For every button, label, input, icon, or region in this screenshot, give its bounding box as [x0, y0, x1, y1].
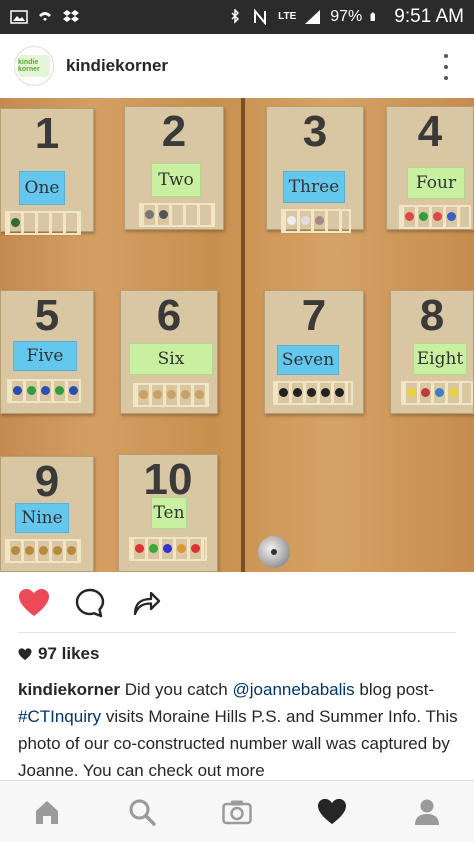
number-card: 9 Nine [0, 456, 94, 572]
number-card: 2 Two [124, 106, 224, 230]
likes-count[interactable]: 97 likes [18, 644, 99, 664]
card-label: Seven [277, 345, 339, 375]
search-icon [129, 799, 156, 826]
caption-hashtag[interactable]: #CTInquiry [18, 707, 101, 726]
heart-filled-icon [19, 589, 49, 616]
comment-button[interactable] [74, 587, 106, 619]
nav-search[interactable] [122, 792, 162, 832]
caption-text: Did you catch [120, 680, 233, 699]
divider [18, 632, 456, 633]
card-label: Three [283, 171, 345, 203]
more-dot-icon [444, 76, 448, 80]
ten-frame [133, 383, 209, 407]
ten-frame [129, 537, 207, 561]
card-label: Four [407, 167, 465, 199]
ten-frame [273, 381, 353, 405]
camera-icon [222, 800, 252, 824]
card-digit: 5 [34, 291, 60, 340]
like-button[interactable] [18, 587, 50, 619]
post-username[interactable]: kindiekorner [66, 56, 168, 76]
more-dot-icon [444, 65, 448, 69]
card-digit: 8 [419, 291, 445, 340]
likes-text: 97 likes [38, 644, 100, 663]
activity-heart-icon [317, 798, 346, 824]
post-caption: kindiekorner Did you catch @joannebabali… [18, 676, 458, 780]
more-dot-icon [444, 54, 448, 58]
card-digit: 4 [417, 107, 443, 156]
card-label: Two [151, 163, 201, 197]
battery-icon [370, 12, 376, 21]
ten-frame [7, 379, 81, 403]
number-card: 6 Six [120, 290, 218, 414]
post-actions [0, 582, 474, 624]
signal-icon [305, 10, 321, 24]
number-card: 8 Eight [390, 290, 474, 414]
number-card: 5 Five [0, 290, 94, 414]
card-digit: 1 [34, 109, 60, 158]
clock: 9:51 AM [394, 6, 464, 27]
card-digit: 2 [161, 107, 187, 156]
number-card: 3 Three [266, 106, 364, 233]
bottom-nav [0, 780, 474, 842]
post-photo[interactable]: 1 One 2 Two 3 Three 4 Four 5 Five 6 Six … [0, 98, 474, 572]
avatar-logo: kindie korner [18, 55, 50, 77]
home-icon [36, 800, 59, 824]
ten-frame [5, 211, 81, 235]
card-digit: 7 [301, 291, 327, 340]
avatar[interactable]: kindie korner [14, 46, 54, 86]
ten-frame [281, 209, 351, 233]
caption-username[interactable]: kindiekorner [18, 680, 120, 699]
comment-bubble-icon [75, 588, 105, 618]
doorknob [258, 536, 290, 568]
heart-small-icon [18, 647, 32, 660]
number-card: 1 One [0, 108, 94, 235]
dropbox-icon [63, 10, 79, 22]
nfc-icon [254, 9, 267, 25]
card-label: Nine [15, 503, 69, 533]
card-label: Eight [413, 343, 467, 375]
number-card: 4 Four [386, 106, 474, 230]
nav-home[interactable] [27, 792, 67, 832]
share-button[interactable] [130, 587, 162, 619]
ten-frame [401, 381, 473, 405]
nav-camera[interactable] [217, 792, 257, 832]
caption-mention[interactable]: @joannebabalis [233, 680, 355, 699]
share-arrow-icon [133, 591, 161, 616]
status-bar: LTE 97% 9:51 AM [0, 0, 474, 34]
post-header: kindie korner kindiekorner [0, 34, 474, 98]
number-card: 10 Ten [118, 454, 218, 572]
nav-profile[interactable] [407, 792, 447, 832]
card-label: One [19, 171, 65, 205]
card-label: Five [13, 341, 77, 371]
caption-text: blog post- [354, 680, 435, 699]
profile-icon [414, 799, 439, 825]
shield-wifi-icon [39, 12, 51, 21]
image-icon [10, 10, 28, 24]
battery-percent: 97% [330, 8, 363, 25]
network-type: LTE [278, 11, 297, 22]
card-label: Ten [151, 497, 187, 529]
card-digit: 3 [302, 107, 328, 156]
ten-frame [5, 539, 81, 563]
nav-activity[interactable] [312, 792, 352, 832]
number-card: 7 Seven [264, 290, 364, 414]
ten-frame [139, 203, 215, 227]
card-digit: 6 [156, 291, 182, 340]
bluetooth-icon [231, 9, 240, 24]
door-seam [241, 98, 245, 572]
more-options-button[interactable] [440, 54, 452, 80]
card-digit: 9 [34, 457, 60, 506]
card-label: Six [129, 343, 213, 375]
ten-frame [399, 205, 471, 229]
